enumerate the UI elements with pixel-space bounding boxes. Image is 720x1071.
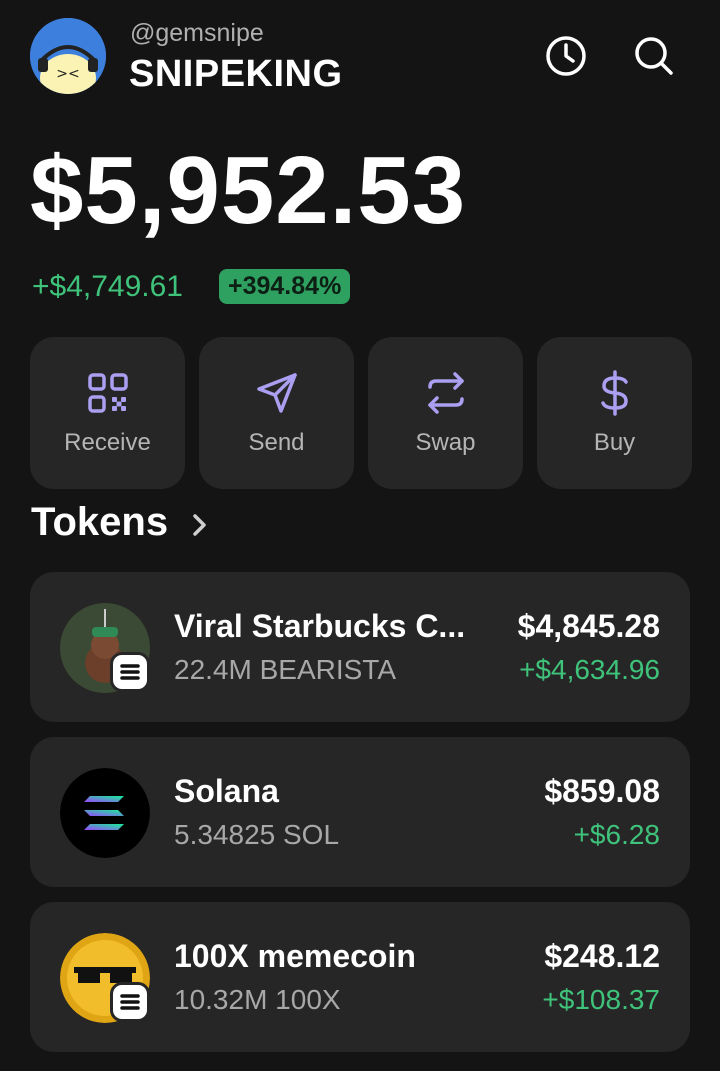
token-value: $4,845.28 [517, 608, 660, 644]
token-row[interactable]: 100X memecoin 10.32M 100X $248.12 +$108.… [30, 902, 690, 1052]
swap-icon [428, 372, 464, 414]
receive-label: Receive [64, 429, 151, 456]
swap-button[interactable]: Swap [368, 337, 523, 489]
token-change: +$108.37 [542, 984, 660, 1015]
avatar-image: >< [30, 18, 106, 94]
send-button[interactable]: Send [199, 337, 354, 489]
token-name: Viral Starbucks C... [174, 608, 466, 644]
clock-icon [546, 36, 586, 76]
buy-label: Buy [593, 429, 636, 456]
solana-chain-badge [110, 982, 150, 1022]
balance-change-percent-badge: +394.84% [219, 269, 351, 304]
swap-label: Swap [415, 429, 476, 456]
token-amount: 5.34825 SOL [174, 819, 340, 850]
token-name: 100X memecoin [174, 938, 416, 974]
buy-button[interactable]: Buy [537, 337, 692, 489]
avatar[interactable]: >< [30, 18, 106, 94]
receive-button[interactable]: Receive [30, 337, 185, 489]
action-buttons: Receive Send Swap Buy [30, 337, 692, 489]
user-handle: @gemsnipe [130, 19, 264, 47]
token-amount: 10.32M 100X [174, 984, 341, 1015]
tokens-section-title[interactable]: Tokens [31, 500, 168, 545]
token-row[interactable]: Solana 5.34825 SOL $859.08 +$6.28 [30, 737, 690, 887]
solana-token-icon [60, 768, 150, 858]
header: >< @gemsnipe SNIPEKING [0, 0, 720, 120]
solana-badge-icon [120, 994, 140, 1010]
qr-code-icon [88, 373, 128, 413]
history-button[interactable] [544, 34, 588, 78]
token-value: $248.12 [544, 938, 660, 974]
token-value: $859.08 [544, 773, 660, 809]
search-icon [635, 37, 673, 75]
dollar-icon [601, 370, 628, 416]
token-name: Solana [174, 773, 279, 809]
token-amount: 22.4M BEARISTA [174, 654, 397, 685]
search-button[interactable] [632, 34, 676, 78]
send-label: Send [248, 429, 305, 456]
svg-text:><: >< [56, 66, 79, 82]
token-change: +$6.28 [573, 819, 660, 850]
chevron-right-icon[interactable] [188, 510, 212, 540]
solana-badge-icon [120, 664, 140, 680]
send-icon [257, 373, 297, 413]
token-change: +$4,634.96 [519, 654, 660, 685]
username[interactable]: SNIPEKING [129, 53, 343, 96]
solana-chain-badge [110, 652, 150, 692]
token-row[interactable]: Viral Starbucks C... 22.4M BEARISTA $4,8… [30, 572, 690, 722]
balance-change-amount: +$4,749.61 [32, 270, 183, 303]
total-balance: $5,952.53 [30, 137, 467, 244]
